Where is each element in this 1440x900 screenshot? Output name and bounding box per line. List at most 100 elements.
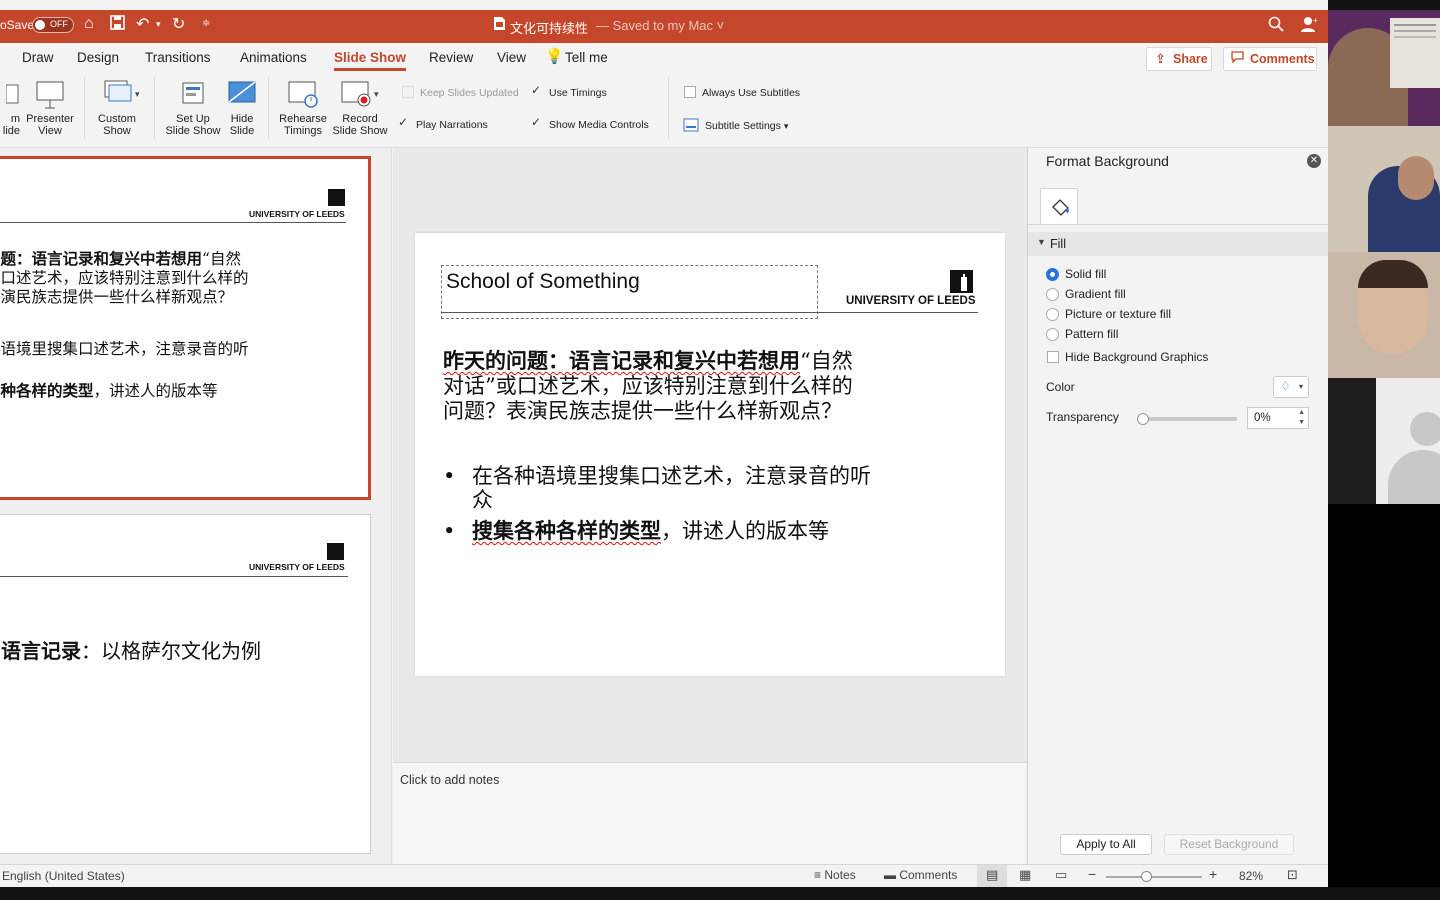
undo-dropdown-icon[interactable]: ▾ xyxy=(156,19,161,30)
show-media-controls-checkbox[interactable]: Show Media Controls xyxy=(531,115,649,131)
tab-transitions[interactable]: Transitions xyxy=(145,50,211,65)
video-tile-2 xyxy=(1328,126,1440,252)
close-pane-button[interactable]: ✕ xyxy=(1307,154,1321,168)
notes-pane[interactable]: Click to add notes xyxy=(393,762,1027,864)
powerpoint-window: oSave OFF ⌂ ↶ ▾ ↻ ≑ 文化可持续性 — Saved to my… xyxy=(0,0,1328,900)
zoom-in-icon[interactable]: + xyxy=(1209,866,1217,882)
share-icon: ⇪ xyxy=(1155,51,1166,66)
tell-me-search[interactable]: Tell me xyxy=(565,50,608,65)
record-slide-show-button[interactable]: ▾ Record Slide Show xyxy=(330,79,390,137)
university-logo-text: UNIVERSITY OF LEEDS xyxy=(846,295,976,307)
autosave-toggle[interactable]: OFF xyxy=(32,17,74,33)
comment-icon xyxy=(1231,51,1244,66)
document-icon xyxy=(493,16,506,34)
slide-sorter-icon[interactable]: ▦ xyxy=(1019,867,1031,883)
custom-show-button[interactable]: ▾ Custom Show xyxy=(92,79,142,137)
svg-text:▾: ▾ xyxy=(374,89,379,99)
normal-view-icon: ▤ xyxy=(986,867,999,882)
redo-icon[interactable]: ↻ xyxy=(172,14,185,34)
transparency-input[interactable]: 0% ▲ ▼ xyxy=(1247,407,1309,429)
svg-text:+: + xyxy=(1313,16,1318,25)
subtitle-settings-button[interactable]: Subtitle Settings ▾ xyxy=(683,118,788,135)
subtitle-icon xyxy=(683,118,699,135)
reset-background-button[interactable]: Reset Background xyxy=(1164,834,1294,855)
play-narrations-checkbox[interactable]: Play Narrations xyxy=(398,115,488,131)
title-bar: oSave OFF ⌂ ↶ ▾ ↻ ≑ 文化可持续性 — Saved to my… xyxy=(0,10,1328,43)
slide-editor-canvas: School of Something UNIVERSITY OF LEEDS … xyxy=(393,148,1027,762)
tab-draw[interactable]: Draw xyxy=(22,50,54,65)
slide-title: School of Something xyxy=(446,270,640,293)
tab-slide-show[interactable]: Slide Show xyxy=(334,50,407,71)
paint-bucket-icon: ♢ xyxy=(1280,379,1291,393)
rehearse-icon xyxy=(287,79,319,109)
bullet-item-1: • 在各种语境里搜集口述艺术，注意录音的听 xyxy=(443,464,871,488)
slide-thumbnail-2[interactable]: UNIVERSITY OF LEEDS 与语言记录：以格萨尔文化为例 xyxy=(0,514,371,854)
notes-icon: ≡ xyxy=(814,868,822,882)
color-label: Color xyxy=(1046,380,1075,394)
hide-background-graphics-checkbox[interactable]: Hide Background Graphics xyxy=(1047,350,1208,364)
video-panel-background xyxy=(1328,504,1440,900)
tab-animations[interactable]: Animations xyxy=(240,50,307,65)
title-placeholder[interactable]: School of Something xyxy=(441,265,818,319)
set-up-slide-show-button[interactable]: Set Up Slide Show xyxy=(162,79,224,137)
save-icon[interactable] xyxy=(110,15,125,33)
notes-placeholder: Click to add notes xyxy=(400,773,500,787)
pattern-fill-radio[interactable]: Pattern fill xyxy=(1046,327,1118,341)
use-timings-checkbox[interactable]: Use Timings xyxy=(531,83,607,99)
transparency-label: Transparency xyxy=(1046,410,1119,424)
zoom-level[interactable]: 82% xyxy=(1239,869,1263,883)
paint-bucket-icon xyxy=(1052,199,1069,216)
bullet-list: • 在各种语境里搜集口述艺术，注意录音的听 众 • 搜集各种各样的类型，讲述人的版本… xyxy=(443,464,871,543)
slider-thumb xyxy=(1137,413,1149,425)
chevron-down-icon: ▾ xyxy=(1299,382,1304,391)
solid-fill-radio[interactable]: Solid fill xyxy=(1046,267,1106,281)
comments-button[interactable]: Comments xyxy=(1223,47,1317,71)
fill-section-header[interactable]: ▼ Fill xyxy=(1028,232,1328,256)
customize-toolbar-icon[interactable]: ≑ xyxy=(202,18,210,29)
document-title: 文化可持续性 xyxy=(510,21,589,36)
keep-slides-updated-checkbox[interactable]: Keep Slides Updated xyxy=(402,86,519,99)
transparency-slider[interactable] xyxy=(1137,413,1237,425)
hide-slide-button[interactable]: Hide Slide xyxy=(224,79,260,137)
comment-icon: ▬ xyxy=(884,868,896,882)
fill-tab[interactable] xyxy=(1040,188,1078,224)
account-icon[interactable]: + xyxy=(1300,15,1318,36)
color-picker-button[interactable]: ♢ ▾ xyxy=(1273,376,1309,398)
tab-view[interactable]: View xyxy=(497,50,526,65)
undo-icon[interactable]: ↶ xyxy=(136,14,149,34)
reading-view-icon[interactable]: ▭ xyxy=(1055,867,1067,883)
language-indicator[interactable]: English (United States) xyxy=(2,869,125,883)
current-slide: School of Something UNIVERSITY OF LEEDS … xyxy=(415,233,1005,676)
svg-text:▾: ▾ xyxy=(135,89,140,99)
from-slide-button[interactable]: m lide xyxy=(0,79,20,137)
saved-status[interactable]: — Saved to my Mac ˅ xyxy=(596,18,724,33)
bottom-edge xyxy=(0,887,1440,900)
ribbon-tabs: Draw Design Transitions Animations Slide… xyxy=(0,43,1328,73)
zoom-slider[interactable] xyxy=(1106,871,1202,882)
tab-design[interactable]: Design xyxy=(77,50,119,65)
gradient-fill-radio[interactable]: Gradient fill xyxy=(1046,287,1126,301)
thumb-2-title: 与语言记录：以格萨尔文化为例 xyxy=(0,639,261,663)
share-button[interactable]: ⇪ Share xyxy=(1146,47,1212,71)
home-icon[interactable]: ⌂ xyxy=(84,15,94,33)
video-tile-4 xyxy=(1328,378,1440,504)
autosave-label: oSave xyxy=(0,18,35,32)
always-use-subtitles-checkbox[interactable]: Always Use Subtitles xyxy=(684,86,800,99)
tab-review[interactable]: Review xyxy=(429,50,473,65)
apply-to-all-button[interactable]: Apply to All xyxy=(1060,834,1152,855)
search-icon[interactable] xyxy=(1268,16,1284,35)
comments-toggle[interactable]: ▬ Comments xyxy=(884,868,957,882)
normal-view-button[interactable]: ▤ xyxy=(977,865,1007,887)
fit-to-window-icon[interactable]: ⊡ xyxy=(1287,867,1298,883)
question-text: 昨天的问题：语言记录和复兴中若想用“自然 对话”或口述艺术，应该特别注意到什么样… xyxy=(443,348,853,423)
rehearse-timings-button[interactable]: Rehearse Timings xyxy=(276,79,330,137)
zoom-out-icon[interactable]: − xyxy=(1088,866,1096,882)
picture-fill-radio[interactable]: Picture or texture fill xyxy=(1046,307,1171,321)
bullet-item-2: • 搜集各种各样的类型，讲述人的版本等 xyxy=(443,518,829,544)
notes-toggle[interactable]: ≡ Notes xyxy=(814,868,856,882)
slide-thumbnail-1[interactable]: UNIVERSITY OF LEEDS 问题：语言记录和复兴中若想用“自然 或口… xyxy=(0,156,371,500)
custom-show-icon: ▾ xyxy=(101,79,140,109)
setup-icon xyxy=(177,79,209,109)
slide-thumbnails-pane: UNIVERSITY OF LEEDS 问题：语言记录和复兴中若想用“自然 或口… xyxy=(0,148,392,864)
presenter-view-button[interactable]: Presenter View xyxy=(24,79,76,137)
